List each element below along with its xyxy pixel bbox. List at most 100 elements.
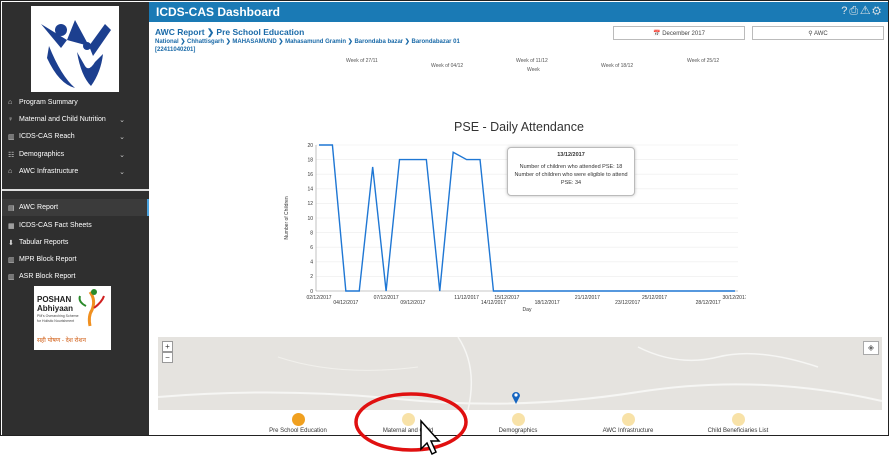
sidebar-item-icds-cas-reach[interactable]: ▥ ICDS-CAS Reach ⌄ [2,128,149,145]
x-axis-label: Day [523,307,532,313]
chevron-down-icon: ⌄ [119,151,125,159]
x-tick-label: 28/12/2017 [696,300,721,306]
person-icon: ♀ [8,116,14,123]
legend-dot [621,413,635,426]
y-tick-label: 14 [307,187,313,193]
legend-label: Pre School Education [269,428,327,434]
poshan-name: POSHAN [37,295,72,304]
tooltip-attended: Number of children who attended PSE: 18 [519,164,623,170]
chart-tooltip: 13/12/2017 Number of children who attend… [507,147,635,196]
group-icon: ☷ [8,151,15,159]
annotation-overlay [354,392,468,456]
map-layers-icon[interactable]: ◈ [863,341,879,355]
week-label: Week of 27/11 [346,58,378,64]
print-icon[interactable]: ⎙ [849,5,860,17]
y-tick-label: 18 [307,157,313,163]
tooltip-eligible: Number of children who were eligible to … [514,172,628,178]
sidebar-item-demographics[interactable]: ☷ Demographics ⌄ [2,146,149,163]
warning-icon[interactable]: ⚠ [860,5,872,17]
x-tick-label: 23/12/2017 [615,300,640,306]
sidebar-item-label: Tabular Reports [19,239,69,246]
legend-dot [731,413,745,426]
sidebar-item-mpr-block-report[interactable]: ▥ MPR Block Report [2,251,149,268]
sidebar-item-asr-block-report[interactable]: ▥ ASR Block Report [2,268,149,285]
report-icon: ▤ [8,204,15,212]
sidebar-item-awc-infrastructure[interactable]: ⌂ AWC Infrastructure ⌄ [2,163,149,180]
map-zoom-in-button[interactable]: + [162,341,173,352]
legend-dot [291,413,305,426]
x-tick-label: 09/12/2017 [400,300,425,306]
header-icons: ?⎙⚠⚙ [841,5,883,18]
y-tick-label: 2 [310,274,313,280]
building-icon: ⌂ [8,168,13,175]
report-title: AWC Report ❯ Pre School Education [155,27,305,37]
y-tick-label: 6 [310,245,313,251]
y-tick-label: 8 [310,230,313,236]
x-tick-label: 04/12/2017 [333,300,358,306]
chevron-down-icon: ⌄ [119,133,125,141]
week-label: Week of 04/12 [431,63,464,69]
app-title: ICDS-CAS Dashboard [156,5,281,19]
tooltip-date: 13/12/2017 [557,152,585,158]
legend-item-child-beneficiaries-list[interactable]: Child Beneficiaries List [678,413,798,434]
sheet-icon: ▦ [8,222,15,230]
week-label: Week of 18/12 [601,63,634,69]
sidebar-item-label: ICDS-CAS Reach [19,133,75,140]
poshan-tagline: PM's Overarching Scheme for Holistic Nou… [37,314,79,323]
x-tick-label: 07/12/2017 [374,295,399,301]
breadcrumb[interactable]: National ❯ Chhattisgarh ❯ MAHASAMUND ❯ M… [155,38,485,54]
sidebar-item-label: ICDS-CAS Fact Sheets [19,222,92,229]
x-tick-label: 02/12/2017 [306,295,331,301]
sidebar-item-label: MPR Block Report [19,256,77,263]
y-tick-label: 20 [307,143,313,149]
legend-label: Child Beneficiaries List [707,428,769,434]
sidebar-item-label: Program Summary [19,99,78,106]
legend-item-demographics[interactable]: Demographics [458,413,578,434]
y-tick-label: 16 [307,172,313,178]
x-tick-label: 30/12/2017 [722,295,746,301]
y-tick-label: 4 [310,260,313,266]
sidebar-item-icds-cas-fact-sheets[interactable]: ▦ ICDS-CAS Fact Sheets [2,217,149,234]
legend-label: AWC Infrastructure [602,428,654,434]
week-label: Week of 11/12 [516,58,548,64]
top-header: ICDS-CAS Dashboard ?⎙⚠⚙ [149,2,888,22]
tooltip-eligible-count: PSE: 34 [560,180,582,186]
sidebar-item-maternal-and-child-nutrition[interactable]: ♀ Maternal and Child Nutrition ⌄ [2,111,149,128]
sidebar-item-label: Maternal and Child Nutrition [19,116,106,123]
poshan-hindi: सही पोषण - देश रोशन [37,338,86,344]
chart-title: PSE - Daily Attendance [454,120,584,134]
y-tick-label: 0 [310,289,313,295]
x-tick-label: 18/12/2017 [535,300,560,306]
week-axis-label: Week [527,67,540,73]
chart-icon: ▥ [8,273,15,281]
sidebar-item-tabular-reports[interactable]: ⬇ Tabular Reports [2,234,149,251]
legend-item-pre-school-education[interactable]: Pre School Education [238,413,358,434]
chevron-down-icon: ⌄ [119,168,125,176]
sidebar-item-label: AWC Report [19,204,59,211]
y-axis-label: Number of Children [284,196,290,240]
sidebar-item-awc-report[interactable]: ▤ AWC Report [2,199,149,216]
month-filter-button[interactable]: 📅 December 2017 [613,26,745,40]
download-icon: ⬇ [8,239,14,247]
sidebar-divider [2,189,149,191]
app-window: ⌂ Program Summary ♀ Maternal and Child Nutr… [0,0,889,436]
poshan-abhiyaan-logo: POSHAN Abhiyaan PM's Overarching Scheme … [34,286,111,350]
chevron-down-icon: ⌄ [119,116,125,124]
sidebar: ⌂ Program Summary ♀ Maternal and Child Nutr… [2,2,149,435]
location-filter-button[interactable]: ⚲ AWC [752,26,884,40]
legend-dot [511,413,525,426]
bar-chart-icon: ▥ [8,133,15,141]
y-tick-label: 12 [307,201,313,207]
poshan-name2: Abhiyaan [37,304,74,313]
sidebar-item-label: AWC Infrastructure [19,168,79,175]
y-tick-label: 10 [307,216,313,222]
x-tick-label: 11/12/2017 [454,295,479,301]
x-tick-label: 21/12/2017 [575,295,600,301]
home-icon: ⌂ [8,99,13,106]
sidebar-item-label: ASR Block Report [19,273,76,280]
map-marker-icon[interactable] [511,390,521,404]
legend-item-awc-infrastructure[interactable]: AWC Infrastructure [568,413,688,434]
settings-icon[interactable]: ⚙ [872,5,883,17]
sidebar-item-program-summary[interactable]: ⌂ Program Summary [2,94,149,111]
map-zoom-out-button[interactable]: − [162,352,173,363]
